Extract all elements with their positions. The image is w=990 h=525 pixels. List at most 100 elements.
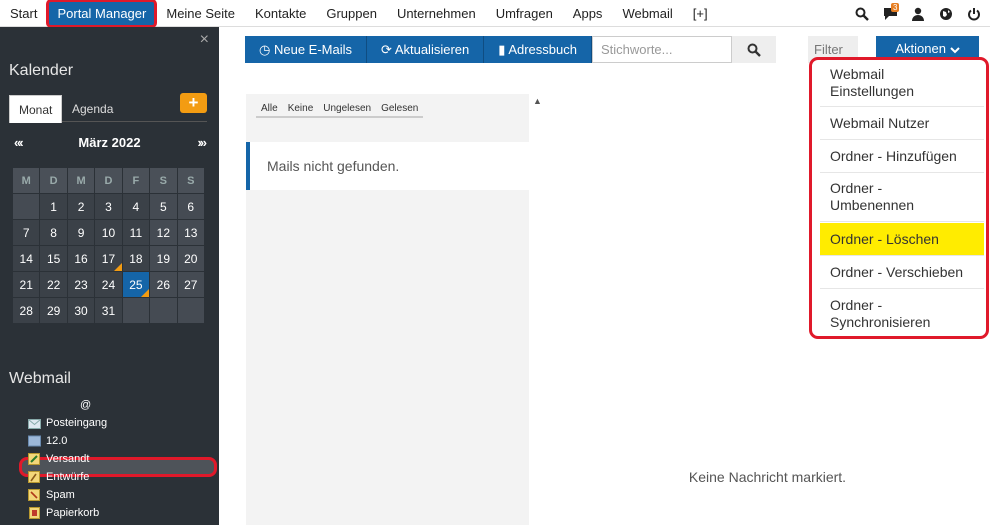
- calendar-day[interactable]: 10: [94, 219, 123, 246]
- actions-dropdown: Webmail Einstellungen Webmail Nutzer Ordn…: [809, 57, 989, 339]
- folder-12-0[interactable]: 12.0: [28, 432, 107, 450]
- calendar-day[interactable]: 23: [66, 271, 96, 298]
- search-input[interactable]: Stichworte...: [591, 36, 732, 63]
- filter-read[interactable]: Gelesen: [376, 102, 423, 116]
- calendar-day-empty: [149, 297, 178, 324]
- calendar-day[interactable]: 3: [94, 193, 123, 220]
- weekday: S: [149, 167, 178, 194]
- nav-add[interactable]: [+]: [683, 0, 718, 27]
- calendar-day-empty: [11, 193, 41, 220]
- calendar-day[interactable]: 30: [66, 297, 96, 324]
- calendar-day-weekend[interactable]: 12: [149, 219, 178, 246]
- folder-sent[interactable]: Versandt: [28, 450, 107, 468]
- calendar-day[interactable]: 7: [11, 219, 41, 246]
- calendar-day-weekend[interactable]: 19: [149, 245, 178, 272]
- calendar-day[interactable]: 1: [39, 193, 68, 220]
- menu-line: Webmail Nutzer: [830, 114, 930, 131]
- calendar-day-weekend[interactable]: 20: [176, 245, 206, 272]
- nav-apps[interactable]: Apps: [563, 0, 613, 27]
- nav-meine-seite[interactable]: Meine Seite: [156, 0, 245, 27]
- folder-label: Versandt: [46, 453, 90, 465]
- sidebar: × Kalender Monat Agenda + «‹ März 2022 ›…: [0, 27, 219, 525]
- calendar-day[interactable]: 28: [11, 297, 41, 324]
- nav-webmail[interactable]: Webmail: [612, 0, 682, 27]
- calendar-day[interactable]: 14: [11, 245, 41, 272]
- sent-icon: [28, 453, 41, 465]
- menu-line: Einstellungen: [830, 83, 915, 99]
- menu-folder-add[interactable]: Ordner - Hinzufügen: [820, 140, 984, 173]
- menu-line: Synchronisieren: [830, 314, 931, 330]
- chat-badge: 3: [891, 2, 900, 12]
- refresh-button[interactable]: ⟳ Aktualisieren: [367, 36, 485, 63]
- folder-label: Papierkorb: [46, 507, 100, 519]
- tab-month[interactable]: Monat: [9, 95, 63, 123]
- nav-portal-manager[interactable]: Portal Manager: [46, 0, 158, 28]
- tab-agenda[interactable]: Agenda: [63, 95, 122, 123]
- folder-inbox[interactable]: Posteingang: [28, 414, 107, 432]
- trash-icon: [28, 507, 41, 519]
- folder-spam[interactable]: Spam: [28, 486, 107, 504]
- scrollbar[interactable]: ▲: [530, 94, 544, 525]
- search-button[interactable]: [731, 36, 776, 63]
- folder-drafts[interactable]: Entwürfe: [28, 468, 107, 486]
- calendar-day[interactable]: 16: [66, 245, 96, 272]
- globe-icon[interactable]: [936, 4, 956, 24]
- menu-folder-rename[interactable]: Ordner - Umbenennen: [820, 173, 984, 222]
- add-event-button[interactable]: +: [180, 93, 207, 113]
- top-bar: Start Portal Manager Meine Seite Kontakt…: [0, 0, 990, 28]
- menu-folder-delete[interactable]: Ordner - Löschen: [820, 223, 984, 256]
- calendar-day-weekend[interactable]: 26: [149, 271, 178, 298]
- calendar-day[interactable]: 11: [121, 219, 151, 246]
- nav-umfragen[interactable]: Umfragen: [486, 0, 563, 27]
- menu-line: Ordner -: [830, 297, 883, 313]
- calendar-day-weekend[interactable]: 5: [149, 193, 178, 220]
- nav-unternehmen[interactable]: Unternehmen: [387, 0, 486, 27]
- calendar-day[interactable]: 9: [66, 219, 96, 246]
- addressbook-button[interactable]: ▮ Adressbuch: [484, 36, 592, 63]
- new-mails-button[interactable]: ◷ Neue E-Mails: [245, 36, 367, 63]
- folder-trash[interactable]: Papierkorb: [28, 504, 107, 522]
- calendar-day-empty: [121, 297, 151, 324]
- calendar-day-weekend[interactable]: 13: [176, 219, 206, 246]
- nav-gruppen[interactable]: Gruppen: [316, 0, 387, 27]
- weekday: D: [94, 167, 123, 194]
- calendar-day[interactable]: 24: [94, 271, 123, 298]
- calendar-day[interactable]: 2: [66, 193, 96, 220]
- folder-icon: [28, 435, 41, 447]
- calendar-day-weekend[interactable]: 27: [176, 271, 206, 298]
- calendar-day[interactable]: 22: [39, 271, 68, 298]
- power-icon[interactable]: [964, 4, 984, 24]
- mail-account-root[interactable]: @: [80, 399, 91, 411]
- weekday: M: [66, 167, 96, 194]
- nav-start[interactable]: Start: [0, 0, 47, 27]
- calendar-day[interactable]: 4: [121, 193, 151, 220]
- folder-label: 12.0: [46, 435, 68, 447]
- scroll-up-icon[interactable]: ▲: [533, 96, 542, 106]
- chevron-down-icon: [949, 46, 960, 53]
- menu-webmail-users[interactable]: Webmail Nutzer: [820, 107, 984, 140]
- calendar-day[interactable]: 18: [121, 245, 151, 272]
- calendar-day-today[interactable]: 25: [121, 271, 151, 298]
- mail-toolbar: ◷ Neue E-Mails ⟳ Aktualisieren ▮ Adressb…: [245, 36, 776, 63]
- menu-folder-sync[interactable]: Ordner - Synchronisieren: [820, 289, 984, 336]
- calendar-day-weekend[interactable]: 6: [176, 193, 206, 220]
- menu-folder-move[interactable]: Ordner - Verschieben: [820, 256, 984, 289]
- calendar-day[interactable]: 15: [39, 245, 68, 272]
- calendar-day[interactable]: 29: [39, 297, 68, 324]
- calendar-day[interactable]: 31: [94, 297, 123, 324]
- zoom-icon[interactable]: [852, 4, 872, 24]
- calendar-day[interactable]: 21: [11, 271, 41, 298]
- calendar-day-event[interactable]: 17: [94, 245, 123, 272]
- menu-webmail-settings[interactable]: Webmail Einstellungen: [820, 60, 984, 107]
- filter-unread[interactable]: Ungelesen: [318, 102, 376, 116]
- nav-kontakte[interactable]: Kontakte: [245, 0, 316, 27]
- user-icon[interactable]: [908, 4, 928, 24]
- next-month-icon[interactable]: ›»: [197, 135, 206, 150]
- chat-icon[interactable]: 3: [880, 2, 900, 24]
- menu-line: Ordner -: [830, 180, 883, 196]
- close-icon[interactable]: ×: [200, 31, 209, 49]
- filter-all[interactable]: Alle: [256, 102, 283, 116]
- calendar-day[interactable]: 8: [39, 219, 68, 246]
- filter-none[interactable]: Keine: [283, 102, 319, 116]
- month-label: März 2022: [78, 135, 141, 150]
